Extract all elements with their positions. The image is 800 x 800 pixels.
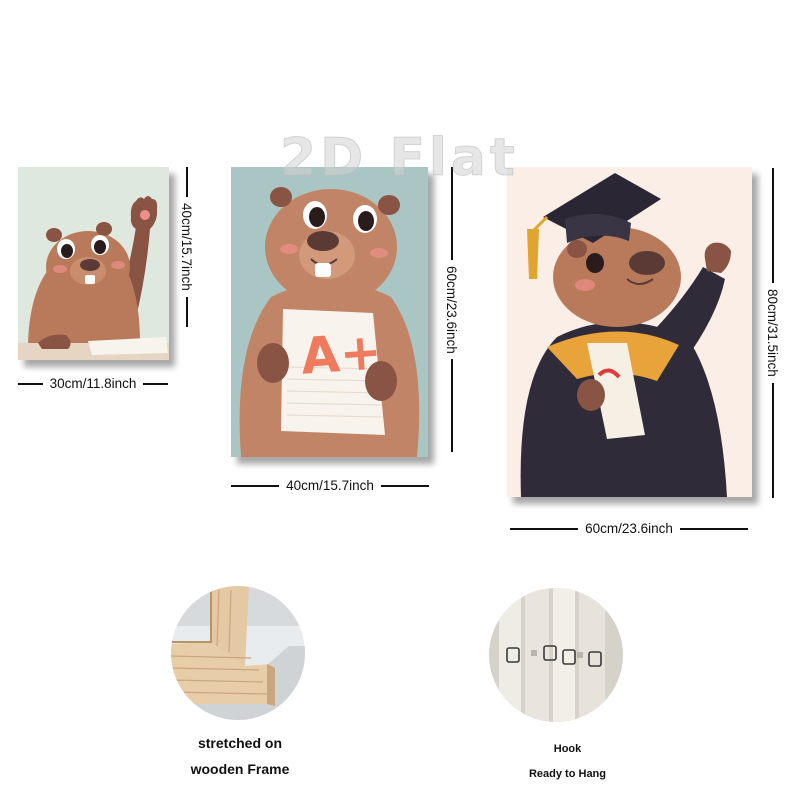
frame-caption-line1: stretched on <box>197 735 282 751</box>
dimension-line <box>450 359 453 452</box>
dimension-line <box>231 484 280 487</box>
dimension-line <box>450 167 453 260</box>
dimension-line <box>771 168 774 284</box>
dimension-line <box>18 382 43 385</box>
dimension-width-medium: 40cm/15.7inch <box>231 478 429 493</box>
hook-caption: Hook Ready to Hang <box>500 737 635 787</box>
wooden-frame-detail-image <box>171 586 305 720</box>
hook-icon <box>489 588 623 722</box>
dimension-label: 30cm/11.8inch <box>49 376 137 391</box>
dimension-label: 80cm/31.5inch <box>765 289 780 377</box>
dimension-line <box>679 527 748 530</box>
dimension-line <box>380 484 429 487</box>
wood-frame-icon <box>171 586 305 720</box>
canvas-print-medium: A+ <box>231 167 428 457</box>
dimension-width-large: 60cm/23.6inch <box>510 521 748 536</box>
capybara-graduation-illustration <box>507 167 752 497</box>
dimension-line <box>185 167 188 198</box>
grade-text: A+ <box>299 322 384 386</box>
hook-caption-line2: Ready to Hang <box>528 768 606 780</box>
dimension-label: 60cm/23.6inch <box>585 521 673 536</box>
dimension-height-small: 40cm/15.7inch <box>179 167 194 327</box>
dimension-line <box>771 382 774 498</box>
dimension-label: 40cm/15.7inch <box>179 203 194 291</box>
frame-caption: stretched on wooden Frame <box>150 730 330 782</box>
hook-detail-image <box>489 588 623 722</box>
dimension-width-small: 30cm/11.8inch <box>18 376 168 391</box>
dimension-line <box>510 527 579 530</box>
capybara-a-plus-illustration <box>231 167 428 457</box>
dimension-height-large: 80cm/31.5inch <box>765 168 780 498</box>
dimension-line <box>185 296 188 327</box>
dimension-line <box>143 382 168 385</box>
capybara-waving-illustration <box>18 167 169 360</box>
canvas-print-large <box>507 167 752 497</box>
dimension-label: 40cm/15.7inch <box>286 478 374 493</box>
hook-caption-line1: Hook <box>553 743 582 755</box>
dimension-height-medium: 60cm/23.6inch <box>444 167 459 452</box>
dimension-label: 60cm/23.6inch <box>444 265 459 354</box>
frame-caption-line2: wooden Frame <box>190 761 290 777</box>
canvas-print-small <box>18 167 169 360</box>
